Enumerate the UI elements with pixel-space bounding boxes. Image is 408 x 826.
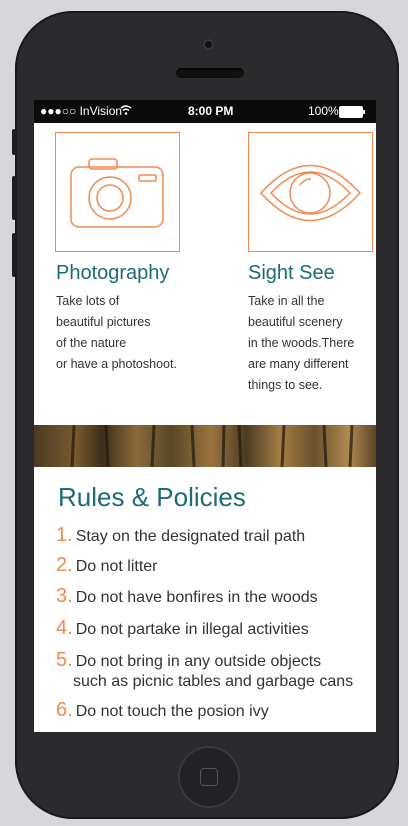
volume-up-button: [12, 176, 16, 220]
rule-item: 1. Stay on the designated trail path: [56, 524, 306, 546]
photography-description: Take lots of beautiful pictures of the n…: [56, 294, 177, 371]
rule-item: 2. Do not litter: [56, 554, 158, 576]
rules-title: Rules & Policies: [58, 482, 246, 512]
clock: 8:00 PM: [188, 104, 234, 118]
rule-item: 3. Do not have bonfires in the woods: [56, 585, 318, 607]
volume-down-button: [12, 233, 16, 277]
wifi-icon: [120, 104, 132, 119]
home-square-icon: [200, 768, 218, 786]
app-screen: ●●●○○ InVision 8:00 PM 100% Photography …: [34, 100, 376, 732]
photography-icon-box[interactable]: [55, 132, 180, 252]
rule-item: 4. Do not partake in illegal activities: [56, 617, 309, 639]
sight-see-description: Take in all the beautiful scenery in the…: [248, 294, 355, 392]
earpiece-speaker: [176, 68, 244, 78]
carrier-label: ●●●○○ InVision: [40, 104, 123, 118]
front-camera: [203, 39, 214, 50]
forest-banner-image: [34, 424, 376, 468]
rule-item: 6. Do not touch the posion ivy: [56, 699, 269, 721]
status-bar: ●●●○○ InVision 8:00 PM 100%: [34, 100, 376, 123]
sight-see-icon-box[interactable]: [248, 132, 373, 252]
mute-switch: [12, 129, 16, 155]
home-button[interactable]: [178, 746, 240, 808]
rule-item: 5. Do not bring in any outside objects su…: [56, 649, 354, 690]
battery-icon: [339, 106, 365, 118]
battery-percent: 100%: [308, 104, 339, 118]
photography-title: Photography: [56, 262, 170, 284]
camera-icon: [70, 158, 164, 228]
sight-see-title: Sight See: [248, 262, 335, 284]
eye-icon: [259, 164, 362, 222]
